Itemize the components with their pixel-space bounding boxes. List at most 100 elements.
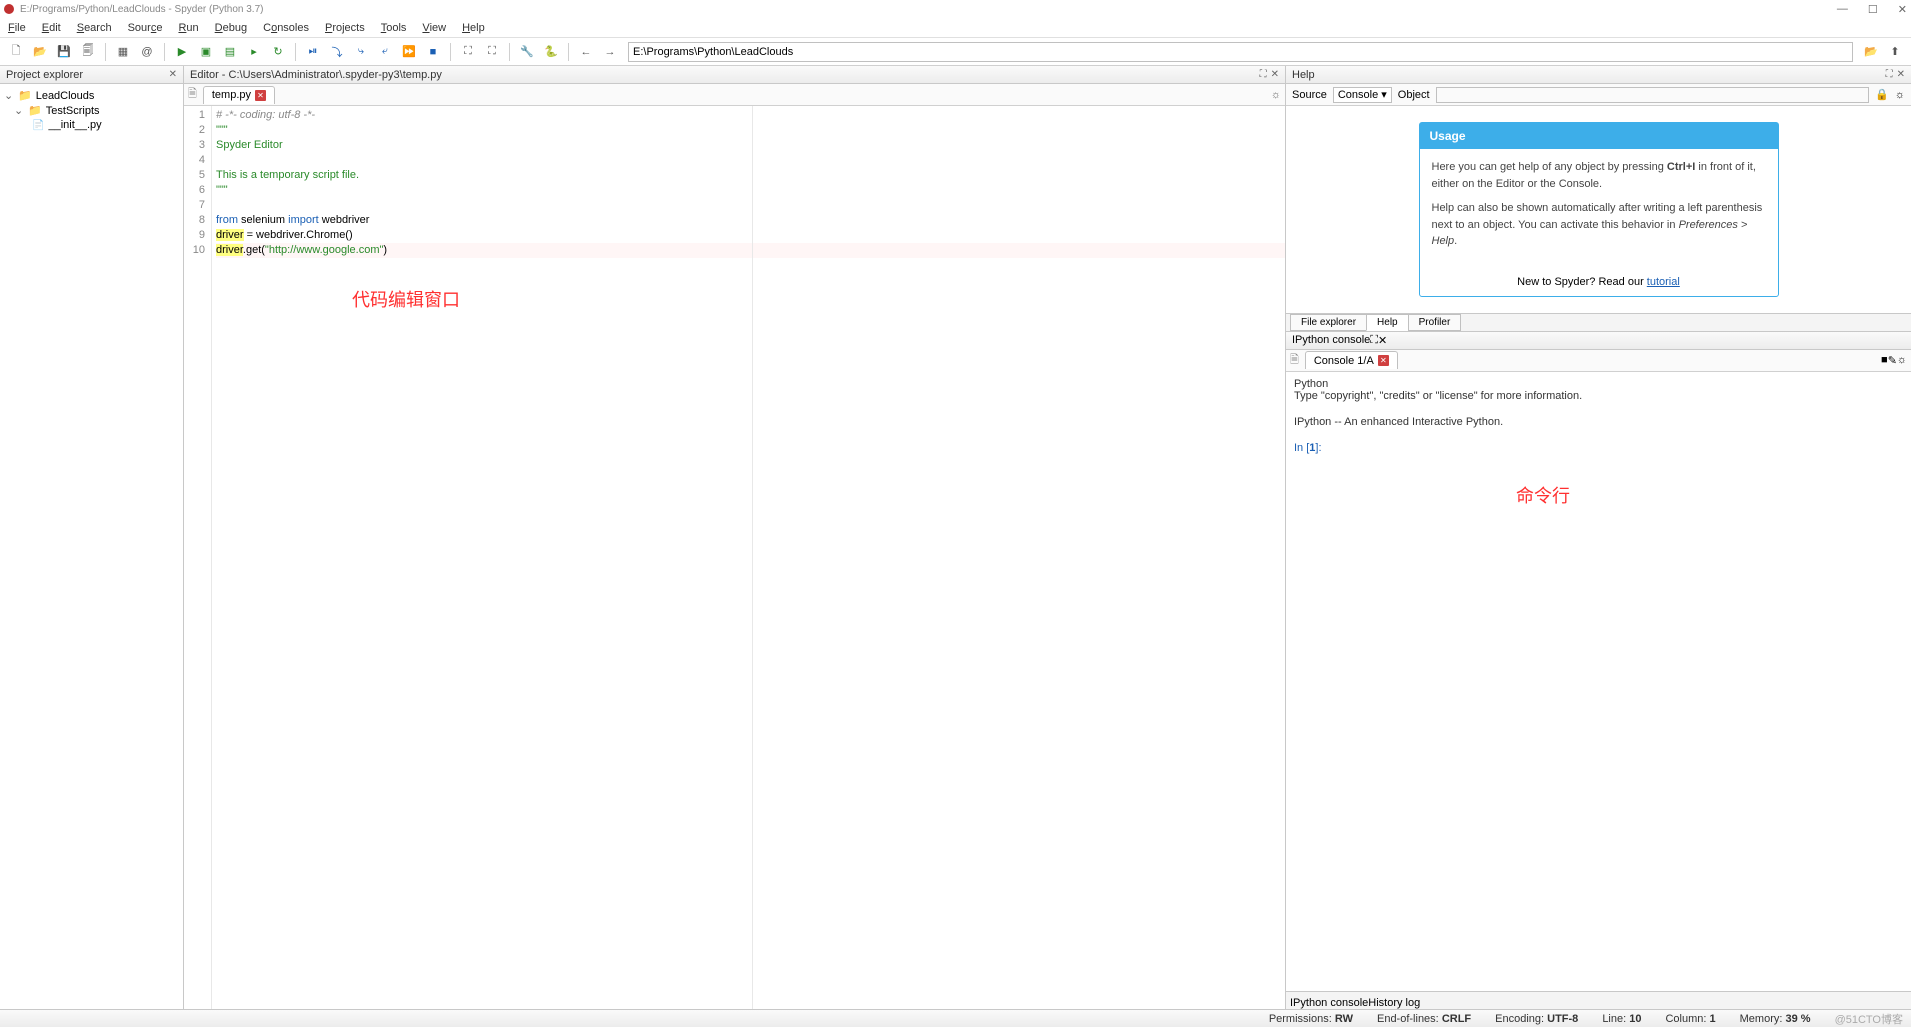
tab-history-log[interactable]: History log (1368, 997, 1420, 1009)
at-icon[interactable]: @ (137, 42, 157, 62)
close-button[interactable]: ✕ (1898, 3, 1907, 16)
document-icon[interactable]: 🗎 (1290, 351, 1299, 370)
code-editor[interactable]: 12345678910 代码编辑窗口 # -*- coding: utf-8 -… (184, 106, 1285, 1009)
run-cell-icon[interactable]: ▣ (196, 42, 216, 62)
document-icon[interactable]: 🗎 (188, 85, 197, 104)
tab-options-icon[interactable]: ☼ (1271, 89, 1281, 101)
python-path-icon[interactable]: 🐍 (541, 42, 561, 62)
toolbar-separator (164, 43, 165, 61)
menu-run[interactable]: Run (178, 22, 198, 34)
pane-undock-icon[interactable]: ⛶ (1886, 69, 1893, 80)
options-icon[interactable]: ☼ (1897, 354, 1907, 366)
project-tree[interactable]: ⌄ 📁 LeadClouds ⌄ 📁 TestScripts 📄 __init_… (0, 84, 183, 1009)
tab-ipython-console[interactable]: IPython console (1290, 997, 1368, 1009)
folder-icon: 📁 (18, 89, 32, 102)
tree-root[interactable]: ⌄ 📁 LeadClouds (4, 88, 179, 103)
stop-debug-icon[interactable]: ■ (423, 42, 443, 62)
project-explorer-pane: Project explorer ✕ ⌄ 📁 LeadClouds ⌄ 📁 Te… (0, 66, 184, 1009)
editor-annotation: 代码编辑窗口 (352, 286, 460, 312)
toolbar-separator (105, 43, 106, 61)
run-cell-advance-icon[interactable]: ▤ (220, 42, 240, 62)
run-icon[interactable]: ▶ (172, 42, 192, 62)
console-line: Type "copyright", "credits" or "license"… (1294, 390, 1903, 402)
open-file-icon[interactable]: 📂 (30, 42, 50, 62)
console-line: IPython -- An enhanced Interactive Pytho… (1294, 416, 1903, 428)
pane-close-icon[interactable]: ✕ (1897, 69, 1905, 80)
stop-icon[interactable]: ■ (1881, 354, 1888, 366)
lock-icon[interactable]: 🔒 (1875, 88, 1889, 101)
editor-tab[interactable]: temp.py ✕ (203, 86, 275, 104)
console-tab[interactable]: Console 1/A ✕ (1305, 351, 1398, 369)
code-area[interactable]: 代码编辑窗口 # -*- coding: utf-8 -*-"""Spyder … (212, 106, 1285, 1009)
continue-icon[interactable]: ⏩ (399, 42, 419, 62)
toolbar-separator (450, 43, 451, 61)
tab-help[interactable]: Help (1366, 314, 1409, 331)
usage-heading: Usage (1420, 123, 1778, 149)
console-bottom-tabs: IPython console History log (1286, 991, 1911, 1009)
clear-icon[interactable]: ✎ (1888, 354, 1897, 367)
tab-file-explorer[interactable]: File explorer (1290, 314, 1367, 331)
editor-tabbar: 🗎 temp.py ✕ ☼ (184, 84, 1285, 106)
tab-close-icon[interactable]: ✕ (255, 90, 266, 101)
menu-view[interactable]: View (422, 22, 446, 34)
tree-label: LeadClouds (36, 90, 95, 102)
menu-source[interactable]: Source (128, 22, 163, 34)
editor-header: Editor - C:\Users\Administrator\.spyder-… (184, 66, 1285, 84)
preferences-icon[interactable]: 🔧 (517, 42, 537, 62)
up-dir-icon[interactable]: ⬆ (1885, 42, 1905, 62)
menu-search[interactable]: Search (77, 22, 112, 34)
status-line: Line: 10 (1602, 1013, 1641, 1025)
browse-dir-icon[interactable]: 📂 (1861, 42, 1881, 62)
options-icon[interactable]: ☼ (1895, 89, 1905, 101)
pane-close-icon[interactable]: ✕ (1271, 69, 1279, 80)
menu-consoles[interactable]: Consoles (263, 22, 309, 34)
cell-icon[interactable]: ▦ (113, 42, 133, 62)
chevron-down-icon[interactable]: ⌄ (14, 104, 24, 117)
ruler (752, 106, 753, 1009)
tab-profiler[interactable]: Profiler (1408, 314, 1462, 331)
tree-folder[interactable]: ⌄ 📁 TestScripts (4, 103, 179, 118)
fullscreen-icon[interactable]: ⛶ (482, 42, 502, 62)
menu-help[interactable]: Help (462, 22, 485, 34)
maximize-button[interactable]: ☐ (1868, 3, 1878, 16)
help-source-label: Source (1292, 89, 1327, 101)
maximize-pane-icon[interactable]: ⛶ (458, 42, 478, 62)
new-file-icon[interactable]: 🗋 (6, 42, 26, 62)
tutorial-link[interactable]: tutorial (1647, 276, 1680, 288)
step-out-icon[interactable]: ⤶ (375, 42, 395, 62)
help-object-label: Object (1398, 89, 1430, 101)
step-icon[interactable]: ⤵ (327, 42, 347, 62)
save-icon[interactable]: 💾 (54, 42, 74, 62)
run-selection-icon[interactable]: ▸ (244, 42, 264, 62)
pane-close-icon[interactable]: ✕ (1378, 334, 1387, 347)
back-icon[interactable]: ← (576, 42, 596, 62)
help-tabs: File explorer Help Profiler (1286, 314, 1911, 332)
help-source-combo[interactable]: Console ▾ (1333, 87, 1392, 103)
tree-file[interactable]: 📄 __init__.py (4, 118, 179, 132)
menu-projects[interactable]: Projects (325, 22, 365, 34)
tab-close-icon[interactable]: ✕ (1378, 355, 1389, 366)
menu-file[interactable]: File (8, 22, 26, 34)
help-header: Help ⛶ ✕ (1286, 66, 1911, 84)
chevron-down-icon[interactable]: ⌄ (4, 89, 14, 102)
toolbar-separator (568, 43, 569, 61)
help-object-input[interactable] (1436, 87, 1870, 103)
working-directory-input[interactable]: E:\Programs\Python\LeadClouds (628, 42, 1853, 62)
usage-box: Usage Here you can get help of any objec… (1419, 122, 1779, 297)
app-icon (4, 4, 14, 14)
step-into-icon[interactable]: ⤷ (351, 42, 371, 62)
minimize-button[interactable]: — (1837, 3, 1848, 16)
menu-debug[interactable]: Debug (215, 22, 247, 34)
debug-icon[interactable]: ⏯ (303, 42, 323, 62)
console-body[interactable]: Python Type "copyright", "credits" or "l… (1286, 372, 1911, 992)
forward-icon[interactable]: → (600, 42, 620, 62)
menu-edit[interactable]: Edit (42, 22, 61, 34)
menubar: File Edit Search Source Run Debug Consol… (0, 18, 1911, 38)
rerun-icon[interactable]: ↻ (268, 42, 288, 62)
line-gutter: 12345678910 (184, 106, 212, 1009)
save-all-icon[interactable]: 🗐 (78, 42, 98, 62)
pane-undock-icon[interactable]: ⛶ (1370, 334, 1378, 347)
menu-tools[interactable]: Tools (381, 22, 407, 34)
pane-undock-icon[interactable]: ⛶ (1260, 69, 1267, 80)
pane-close-icon[interactable]: ✕ (169, 69, 177, 80)
